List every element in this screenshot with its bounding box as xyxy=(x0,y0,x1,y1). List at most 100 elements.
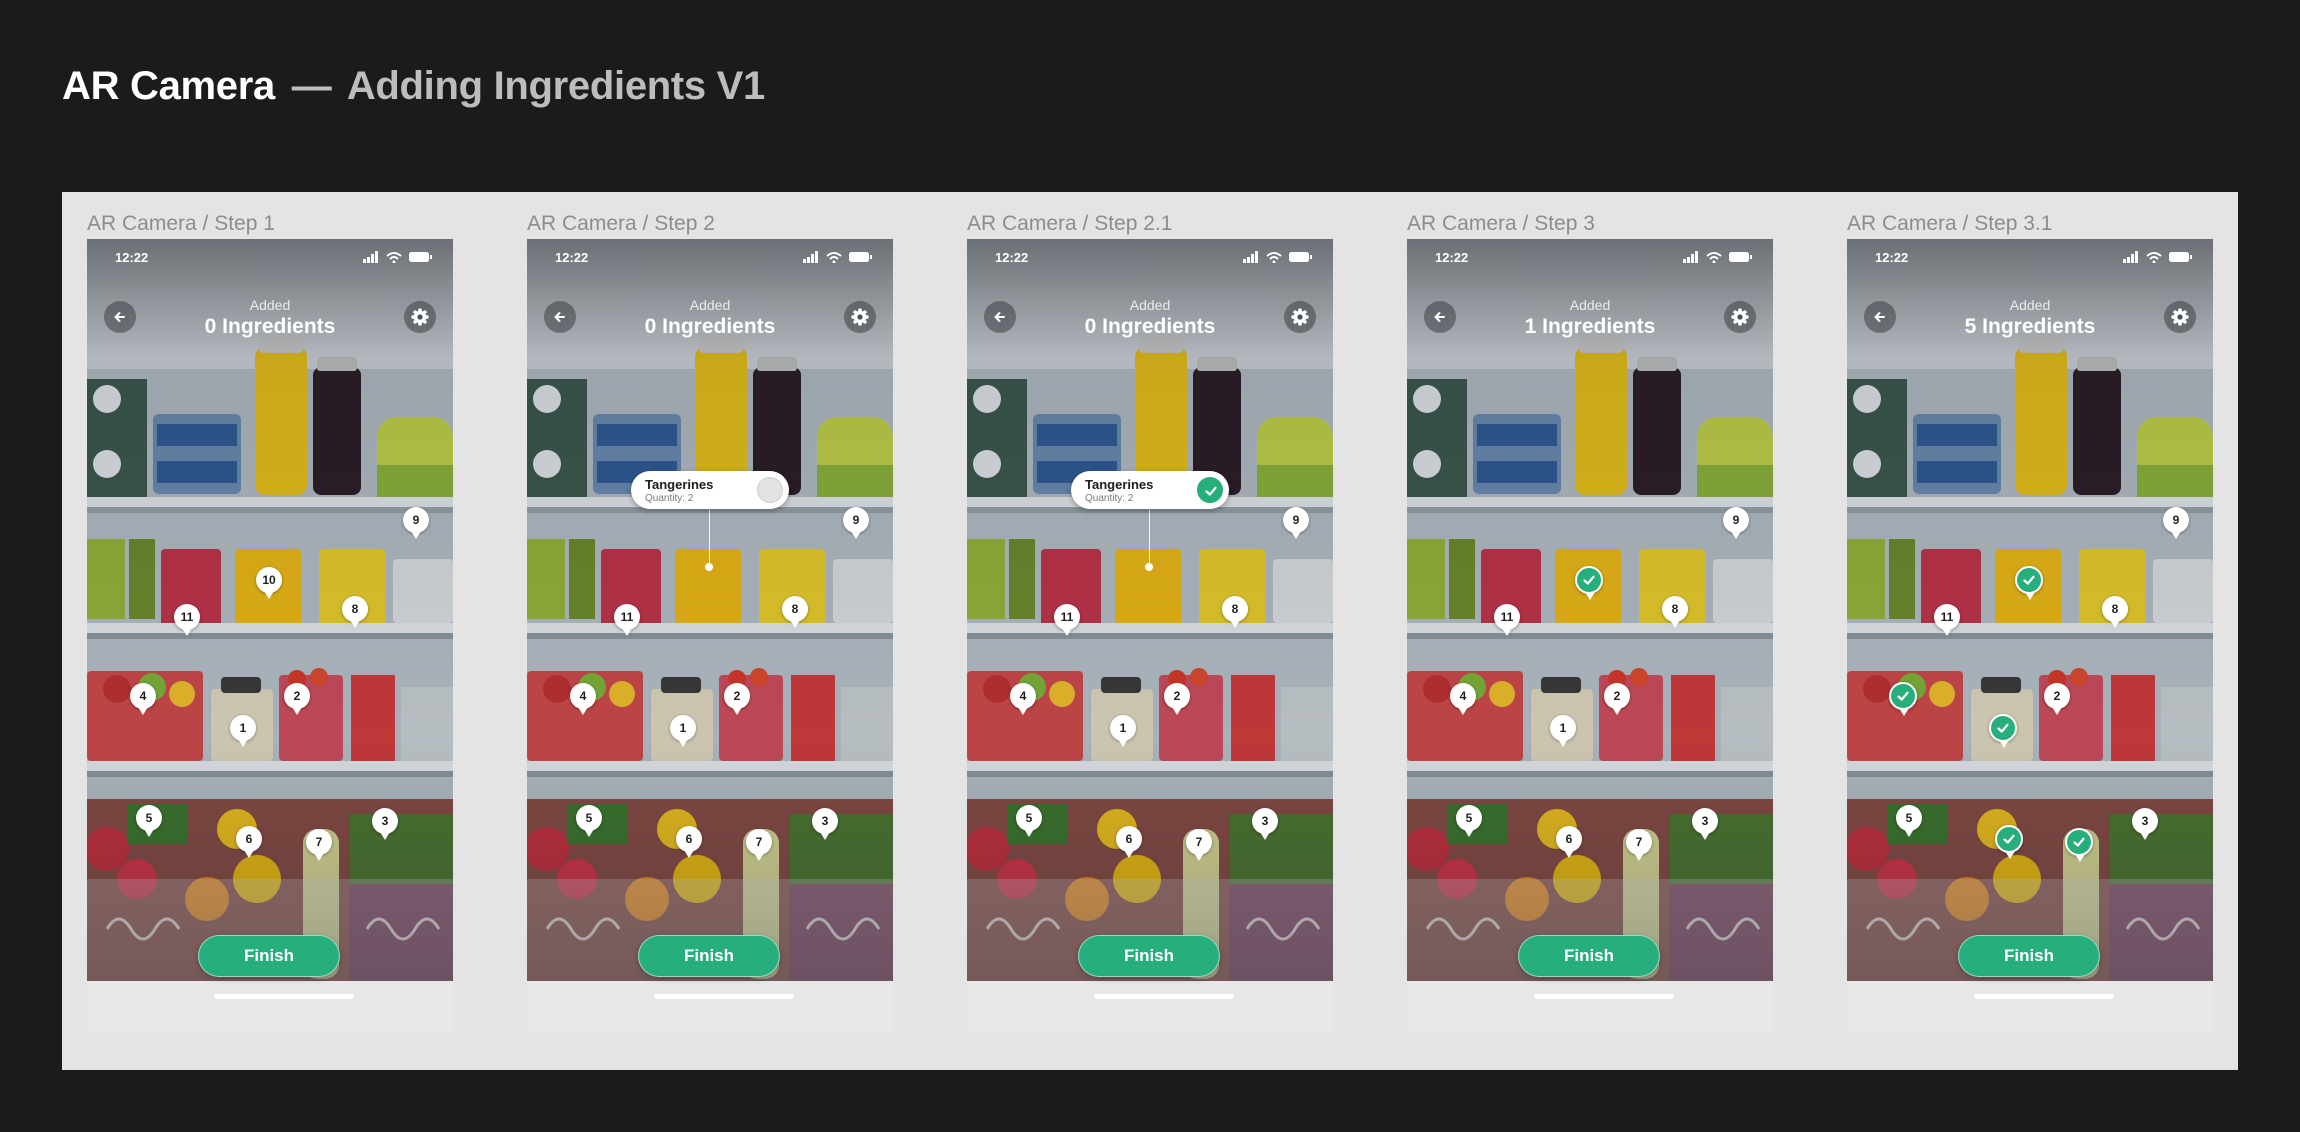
ingredient-pin[interactable]: 3 xyxy=(1692,808,1718,840)
ingredient-pin[interactable]: 5 xyxy=(136,805,162,837)
pin-number: 4 xyxy=(139,689,147,703)
home-indicator[interactable] xyxy=(654,994,794,999)
status-icons xyxy=(2123,251,2192,263)
ingredient-pin[interactable]: 1 xyxy=(670,715,696,747)
ingredient-pin[interactable]: 8 xyxy=(2102,596,2128,628)
ingredient-pin[interactable]: 7 xyxy=(1626,829,1652,861)
home-indicator[interactable] xyxy=(1094,994,1234,999)
ingredient-pin[interactable]: 2 xyxy=(2044,683,2070,715)
ingredient-pin[interactable]: 4 xyxy=(130,683,156,715)
ingredient-pin[interactable]: 5 xyxy=(1896,805,1922,837)
ingredient-pin[interactable]: 6 xyxy=(1116,826,1142,858)
ingredient-pin[interactable]: 4 xyxy=(570,683,596,715)
ingredient-pin[interactable]: 7 xyxy=(746,829,772,861)
camera-overlay xyxy=(87,239,453,1031)
popup-add-toggle[interactable] xyxy=(757,477,783,503)
ingredient-pin[interactable]: 8 xyxy=(782,596,808,628)
pin-number: 6 xyxy=(1565,832,1573,846)
ingredient-pin[interactable]: 2 xyxy=(1604,683,1630,715)
ingredient-pin[interactable]: 7 xyxy=(306,829,332,861)
pin-number: 8 xyxy=(1671,602,1679,616)
check-icon xyxy=(2003,834,2015,844)
ingredient-pin[interactable]: 9 xyxy=(843,507,869,539)
status-time: 12:22 xyxy=(1875,250,1909,265)
ingredient-pin[interactable]: 3 xyxy=(812,808,838,840)
ingredient-count: 0 Ingredients xyxy=(204,315,336,338)
popup-add-toggle[interactable] xyxy=(1197,477,1223,503)
ingredient-pin[interactable]: 2 xyxy=(1164,683,1190,715)
ingredient-pin-checked[interactable] xyxy=(2015,566,2043,600)
home-indicator[interactable] xyxy=(214,994,354,999)
pin-number: 10 xyxy=(262,573,276,587)
pin-number: 6 xyxy=(245,832,253,846)
ingredient-popup[interactable]: Tangerines Quantity: 2 xyxy=(1071,471,1229,509)
ingredient-pin[interactable]: 11 xyxy=(614,604,640,636)
ingredient-pin[interactable]: 5 xyxy=(1016,805,1042,837)
pin-number: 2 xyxy=(293,689,301,703)
pin-number: 8 xyxy=(351,602,359,616)
ingredient-pin[interactable]: 4 xyxy=(1010,683,1036,715)
pin-number: 5 xyxy=(1905,811,1913,825)
ingredient-pin[interactable]: 9 xyxy=(403,507,429,539)
ingredient-count: 1 Ingredients xyxy=(1524,315,1656,338)
camera-overlay xyxy=(967,239,1333,1031)
ingredient-pin[interactable]: 2 xyxy=(284,683,310,715)
popup-quantity: Quantity: 2 xyxy=(1085,493,1134,504)
status-icons xyxy=(1683,251,1752,263)
finish-button[interactable]: Finish xyxy=(198,935,340,977)
status-icons xyxy=(803,251,872,263)
pin-number: 1 xyxy=(239,721,247,735)
pin-number: 1 xyxy=(1559,721,1567,735)
ingredient-pin[interactable]: 4 xyxy=(1450,683,1476,715)
ingredient-pin[interactable]: 6 xyxy=(1556,826,1582,858)
ingredient-pin[interactable]: 8 xyxy=(1222,596,1248,628)
ingredient-pin[interactable]: 11 xyxy=(174,604,200,636)
pin-number: 2 xyxy=(733,689,741,703)
ingredient-pin[interactable]: 11 xyxy=(1494,604,1520,636)
ingredient-pin[interactable]: 1 xyxy=(1550,715,1576,747)
ingredient-pin[interactable]: 3 xyxy=(372,808,398,840)
page-title-sub: Adding Ingredients V1 xyxy=(346,64,766,108)
ingredient-pin[interactable]: 1 xyxy=(230,715,256,747)
ingredient-pin[interactable]: 11 xyxy=(1934,604,1960,636)
ingredient-pin-checked[interactable] xyxy=(1989,714,2017,748)
ingredient-pin[interactable]: 1 xyxy=(1110,715,1136,747)
ingredient-pin[interactable]: 5 xyxy=(576,805,602,837)
page-title: AR Camera — Adding Ingredients V1 xyxy=(62,64,765,109)
ingredient-pin[interactable]: 9 xyxy=(2163,507,2189,539)
finish-button[interactable]: Finish xyxy=(1958,935,2100,977)
ingredient-pin[interactable]: 10 xyxy=(256,567,282,599)
finish-button[interactable]: Finish xyxy=(638,935,780,977)
finish-button[interactable]: Finish xyxy=(1518,935,1660,977)
pin-number: 3 xyxy=(821,814,829,828)
ingredient-pin[interactable]: 8 xyxy=(1662,596,1688,628)
frame-label: AR Camera / Step 2.1 xyxy=(967,212,1173,235)
ingredient-pin[interactable]: 6 xyxy=(676,826,702,858)
ingredient-pin[interactable]: 7 xyxy=(1186,829,1212,861)
ingredient-pin[interactable]: 3 xyxy=(2132,808,2158,840)
ingredient-popup[interactable]: Tangerines Quantity: 2 xyxy=(631,471,789,509)
ingredient-pin-checked[interactable] xyxy=(1889,682,1917,716)
ingredient-pin[interactable]: 5 xyxy=(1456,805,1482,837)
ingredient-pin[interactable]: 11 xyxy=(1054,604,1080,636)
ingredient-pin[interactable]: 3 xyxy=(1252,808,1278,840)
ingredient-pin-checked[interactable] xyxy=(1995,825,2023,859)
ingredient-pin[interactable]: 8 xyxy=(342,596,368,628)
home-indicator[interactable] xyxy=(1534,994,1674,999)
ingredient-pin[interactable]: 9 xyxy=(1723,507,1749,539)
ingredient-pin-checked[interactable] xyxy=(2065,828,2093,862)
home-indicator[interactable] xyxy=(1974,994,2114,999)
ingredient-pin[interactable]: 2 xyxy=(724,683,750,715)
check-icon xyxy=(2073,837,2085,847)
ingredient-count: 0 Ingredients xyxy=(1084,315,1216,338)
ingredient-pin-checked[interactable] xyxy=(1575,566,1603,600)
status-time: 12:22 xyxy=(115,250,149,265)
status-time: 12:22 xyxy=(555,250,589,265)
finish-button[interactable]: Finish xyxy=(1078,935,1220,977)
ingredient-pin[interactable]: 9 xyxy=(1283,507,1309,539)
home-indicator-area xyxy=(527,981,893,1031)
pin-number: 4 xyxy=(579,689,587,703)
pin-number: 9 xyxy=(412,513,420,527)
phone-screen: 12:22 Added 0 Ingredients 9 10 11 8 4 1 2 5 6 7 3 Fini… xyxy=(87,239,453,1031)
ingredient-pin[interactable]: 6 xyxy=(236,826,262,858)
